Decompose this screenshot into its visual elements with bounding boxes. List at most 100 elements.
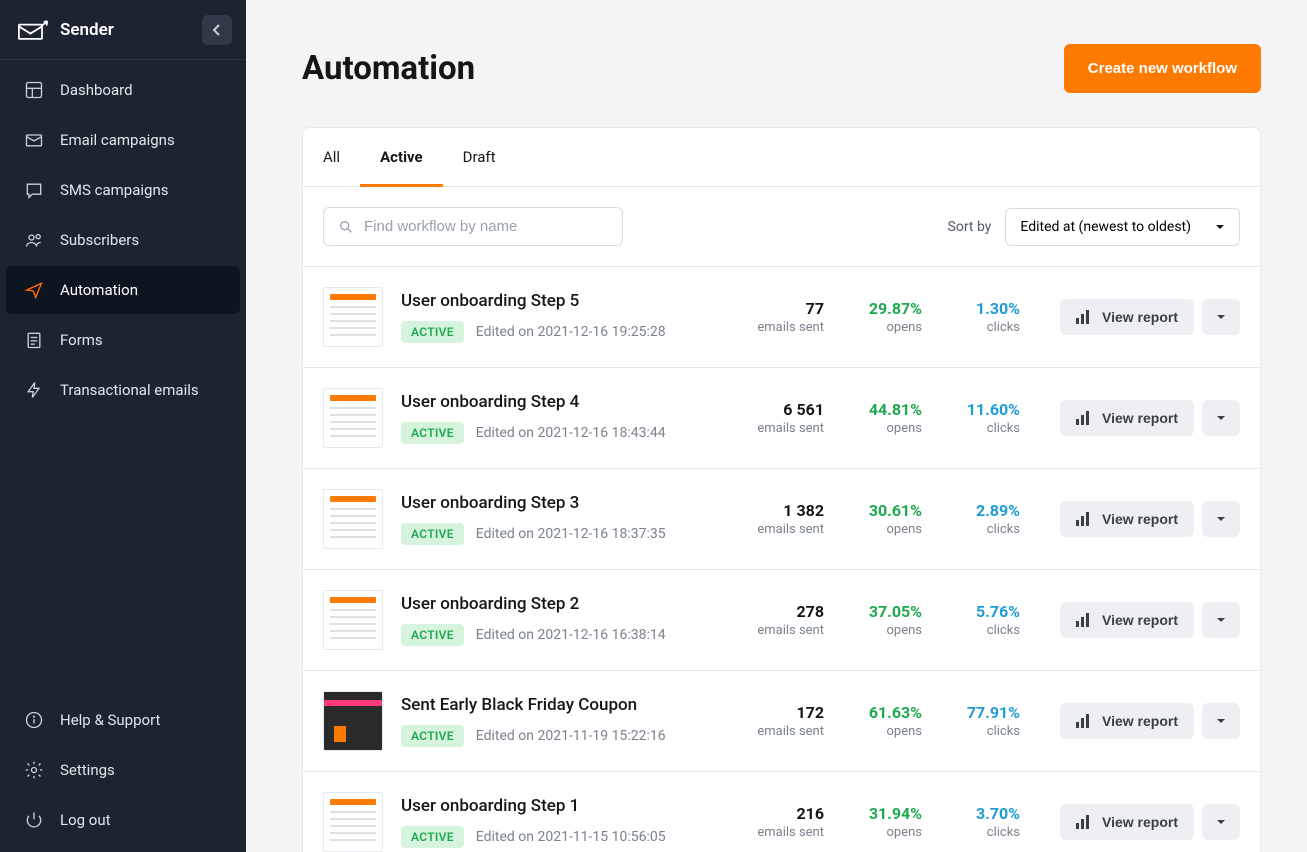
view-report-button[interactable]: View report [1060, 501, 1194, 537]
workflow-title: User onboarding Step 5 [401, 291, 731, 311]
view-report-button[interactable]: View report [1060, 299, 1194, 335]
workflow-thumbnail [323, 388, 383, 448]
stat-clicks-value: 11.60% [956, 400, 1020, 419]
sidebar-item-settings[interactable]: Settings [6, 746, 240, 794]
row-menu-button[interactable] [1202, 804, 1240, 840]
stat-opens: 61.63% opens [850, 703, 930, 739]
stat-sent: 216 emails sent [749, 804, 832, 840]
stat-opens: 31.94% opens [850, 804, 930, 840]
stat-opens: 30.61% opens [850, 501, 930, 537]
logo-text: Sender [60, 20, 114, 40]
stat-clicks: 3.70% clicks [948, 804, 1028, 840]
sidebar-item-subscribers[interactable]: Subscribers [6, 216, 240, 264]
stat-clicks-value: 2.89% [956, 501, 1020, 520]
row-menu-button[interactable] [1202, 299, 1240, 335]
workflow-title: Sent Early Black Friday Coupon [401, 695, 731, 715]
row-menu-button[interactable] [1202, 501, 1240, 537]
caret-down-icon [1216, 415, 1226, 421]
workflow-meta: ACTIVE Edited on 2021-12-16 18:43:44 [401, 422, 731, 444]
tab-draft[interactable]: Draft [443, 128, 516, 187]
workflow-title: User onboarding Step 4 [401, 392, 731, 412]
sidebar-item-sms-campaigns[interactable]: SMS campaigns [6, 166, 240, 214]
sidebar-item-logout[interactable]: Log out [6, 796, 240, 844]
stat-opens-value: 29.87% [858, 299, 922, 318]
edited-at: Edited on 2021-12-16 19:25:28 [476, 324, 666, 340]
sidebar-item-label: SMS campaigns [60, 181, 168, 199]
page-title: Automation [302, 49, 475, 88]
status-badge: ACTIVE [401, 321, 464, 343]
view-report-button[interactable]: View report [1060, 400, 1194, 436]
stat-opens-label: opens [858, 320, 922, 335]
page-header: Automation Create new workflow [302, 44, 1261, 93]
sidebar-item-label: Log out [60, 811, 111, 829]
workflow-row: User onboarding Step 1 ACTIVE Edited on … [303, 772, 1260, 852]
stat-clicks: 11.60% clicks [948, 400, 1028, 436]
view-report-button[interactable]: View report [1060, 804, 1194, 840]
gear-icon [24, 760, 44, 780]
row-menu-button[interactable] [1202, 602, 1240, 638]
view-report-label: View report [1102, 612, 1178, 628]
sidebar-item-transactional[interactable]: Transactional emails [6, 366, 240, 414]
tab-active[interactable]: Active [360, 128, 443, 187]
stat-opens-value: 44.81% [858, 400, 922, 419]
sidebar-item-help[interactable]: Help & Support [6, 696, 240, 744]
caret-down-icon [1216, 516, 1226, 522]
workflow-actions: View report [1060, 602, 1240, 638]
collapse-sidebar-button[interactable] [202, 15, 232, 45]
workflow-list: User onboarding Step 5 ACTIVE Edited on … [303, 267, 1260, 852]
logo[interactable]: Sender [18, 18, 114, 42]
sidebar-item-label: Subscribers [60, 231, 139, 249]
workflow-row: User onboarding Step 5 ACTIVE Edited on … [303, 267, 1260, 368]
create-workflow-button[interactable]: Create new workflow [1064, 44, 1261, 93]
sidebar-item-label: Help & Support [60, 711, 160, 729]
stat-sent-label: emails sent [757, 825, 824, 840]
workflow-row: User onboarding Step 4 ACTIVE Edited on … [303, 368, 1260, 469]
logo-icon [18, 18, 50, 42]
stat-opens-label: opens [858, 421, 922, 436]
tab-all[interactable]: All [323, 128, 360, 187]
tabs: All Active Draft [303, 128, 1260, 187]
stat-sent-value: 1 382 [757, 501, 824, 520]
view-report-button[interactable]: View report [1060, 703, 1194, 739]
message-icon [24, 180, 44, 200]
stat-opens-value: 31.94% [858, 804, 922, 823]
sort-wrap: Sort by Edited at (newest to oldest) [948, 208, 1240, 246]
stat-opens-value: 37.05% [858, 602, 922, 621]
edited-at: Edited on 2021-11-15 10:56:05 [476, 829, 666, 845]
stat-clicks: 77.91% clicks [948, 703, 1028, 739]
edited-at: Edited on 2021-12-16 16:38:14 [476, 627, 666, 643]
stat-sent-label: emails sent [757, 623, 824, 638]
edited-at: Edited on 2021-12-16 18:37:35 [476, 526, 666, 542]
workflow-panel: All Active Draft Sort by Edited at (newe… [302, 127, 1261, 852]
stat-clicks-value: 77.91% [956, 703, 1020, 722]
row-menu-button[interactable] [1202, 703, 1240, 739]
sidebar-item-label: Transactional emails [60, 381, 199, 399]
status-badge: ACTIVE [401, 422, 464, 444]
workflow-title: User onboarding Step 2 [401, 594, 731, 614]
dashboard-icon [24, 80, 44, 100]
row-menu-button[interactable] [1202, 400, 1240, 436]
view-report-label: View report [1102, 814, 1178, 830]
workflow-info: User onboarding Step 3 ACTIVE Edited on … [401, 493, 731, 545]
sidebar-item-dashboard[interactable]: Dashboard [6, 66, 240, 114]
search-input[interactable] [364, 218, 608, 235]
stat-opens: 44.81% opens [850, 400, 930, 436]
toolbar: Sort by Edited at (newest to oldest) [303, 187, 1260, 267]
stat-clicks-value: 1.30% [956, 299, 1020, 318]
workflow-info: User onboarding Step 5 ACTIVE Edited on … [401, 291, 731, 343]
sidebar-item-automation[interactable]: Automation [6, 266, 240, 314]
view-report-button[interactable]: View report [1060, 602, 1194, 638]
sidebar-item-forms[interactable]: Forms [6, 316, 240, 364]
status-badge: ACTIVE [401, 523, 464, 545]
sort-select[interactable]: Edited at (newest to oldest) [1005, 208, 1240, 246]
stat-sent-label: emails sent [757, 421, 824, 436]
sidebar-item-email-campaigns[interactable]: Email campaigns [6, 116, 240, 164]
edited-at: Edited on 2021-12-16 18:43:44 [476, 425, 666, 441]
search-icon [338, 219, 354, 235]
stat-sent-value: 77 [757, 299, 824, 318]
workflow-thumbnail [323, 489, 383, 549]
stat-sent-label: emails sent [757, 522, 824, 537]
stat-sent: 1 382 emails sent [749, 501, 832, 537]
bar-chart-icon [1076, 512, 1092, 526]
stat-opens-label: opens [858, 522, 922, 537]
